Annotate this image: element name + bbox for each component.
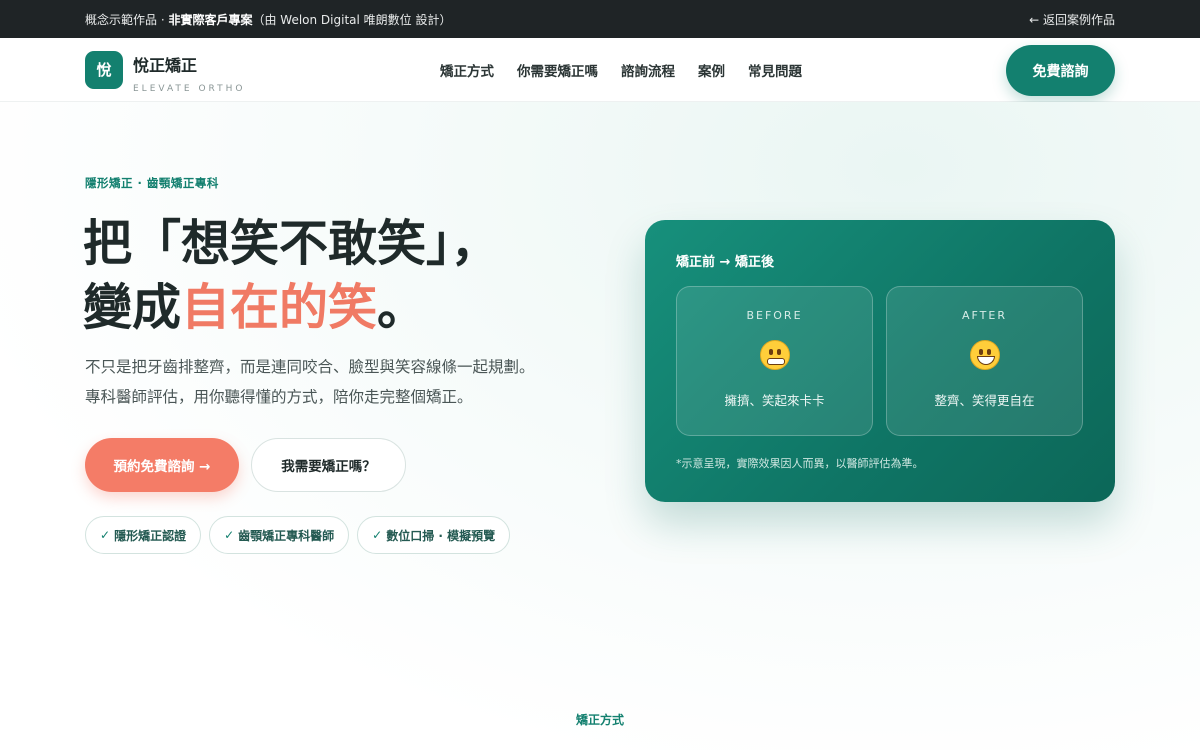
- nav-item-consult-process[interactable]: 諮詢流程: [621, 60, 675, 80]
- notice-prefix: 概念示範作品 ·: [85, 12, 169, 27]
- logo-mark-icon: 悅: [85, 50, 123, 89]
- next-section-label: 矯正方式: [575, 713, 624, 727]
- before-after-card: 矯正前 → 矯正後 BEFORE 擁擠、笑起來卡卡 AFTER 整齊、笑得更自在…: [645, 220, 1115, 502]
- back-to-portfolio-link[interactable]: ← 返回案例作品: [1029, 11, 1115, 28]
- top-notice-bar: 概念示範作品 · 非實際客戶專案（由 Welon Digital 唯朗數位 設計…: [0, 0, 1200, 38]
- after-caption: 整齊、笑得更自在: [934, 393, 1035, 408]
- disclaimer-note: *示意呈現，實際效果因人而異，以醫師評估為準。: [676, 457, 924, 470]
- nav-item-cases[interactable]: 案例: [698, 60, 725, 80]
- nav-item-methods[interactable]: 矯正方式: [440, 60, 494, 80]
- headline-line-2-suffix: 。: [377, 279, 427, 336]
- trust-badges: ✓ 隱形矯正認證 ✓ 齒顎矯正專科醫師 ✓ 數位口掃 · 模擬預覽: [85, 516, 511, 554]
- card-title: 矯正前 → 矯正後: [676, 255, 774, 270]
- headline-line-1: 把「想笑不敢笑」，: [83, 215, 500, 272]
- concept-notice: 概念示範作品 · 非實際客戶專案（由 Welon Digital 唯朗數位 設計…: [85, 11, 451, 28]
- brand-logo[interactable]: 悅 悅正矯正 ELEVATE ORTHO: [85, 46, 246, 94]
- before-label: BEFORE: [746, 309, 803, 322]
- hero-description: 不只是把牙齒排整齊，而是連同咬合、臉型與笑容線條一起規劃。專科醫師評估，用你聽得…: [85, 358, 535, 406]
- after-label: AFTER: [962, 309, 1007, 322]
- grinning-face-icon: [969, 340, 1000, 370]
- headline-line-2-prefix: 變成: [83, 279, 182, 336]
- before-caption: 擁擠、笑起來卡卡: [724, 393, 825, 408]
- badge-specialist: ✓ 齒顎矯正專科醫師: [209, 516, 350, 554]
- main-nav: 矯正方式 你需要矯正嗎 諮詢流程 案例 常見問題: [440, 38, 802, 102]
- notice-suffix: （由 Welon Digital 唯朗數位 設計）: [252, 12, 452, 27]
- brand-tagline: ELEVATE ORTHO: [133, 83, 246, 94]
- hero-headline: 把「想笑不敢笑」， 變成自在的笑。: [83, 212, 500, 340]
- hero-eyebrow: 隱形矯正 · 齒顎矯正專科: [85, 176, 219, 190]
- logo-text: 悅正矯正 ELEVATE ORTHO: [133, 52, 246, 94]
- after-panel: AFTER 整齊、笑得更自在: [886, 286, 1083, 436]
- badge-label: 數位口掃 · 模擬預覽: [386, 528, 496, 543]
- notice-bold: 非實際客戶專案: [168, 12, 253, 27]
- before-panel: BEFORE 擁擠、笑起來卡卡: [676, 286, 873, 436]
- hero-section: 隱形矯正 · 齒顎矯正專科 把「想笑不敢笑」， 變成自在的笑。 不只是把牙齒排整…: [0, 102, 1200, 750]
- book-consult-button[interactable]: 預約免費諮詢 →: [85, 438, 239, 492]
- badge-digital-scan: ✓ 數位口掃 · 模擬預覽: [357, 516, 511, 554]
- badge-invisalign: ✓ 隱形矯正認證: [85, 516, 202, 554]
- site-header: 悅 悅正矯正 ELEVATE ORTHO 矯正方式 你需要矯正嗎 諮詢流程 案例…: [0, 38, 1200, 102]
- free-consult-button[interactable]: 免費諮詢: [1006, 45, 1115, 96]
- badge-label: 隱形矯正認證: [114, 528, 187, 543]
- grimacing-face-icon: [759, 340, 790, 370]
- check-icon: ✓: [100, 528, 111, 542]
- nav-item-faq[interactable]: 常見問題: [748, 60, 802, 80]
- check-icon: ✓: [224, 528, 235, 542]
- need-braces-button[interactable]: 我需要矯正嗎？: [251, 438, 406, 492]
- nav-item-need-braces[interactable]: 你需要矯正嗎: [517, 60, 598, 80]
- headline-accent: 自在的笑: [181, 279, 378, 336]
- brand-name: 悅正矯正: [133, 55, 198, 75]
- check-icon: ✓: [372, 528, 383, 542]
- badge-label: 齒顎矯正專科醫師: [238, 528, 335, 543]
